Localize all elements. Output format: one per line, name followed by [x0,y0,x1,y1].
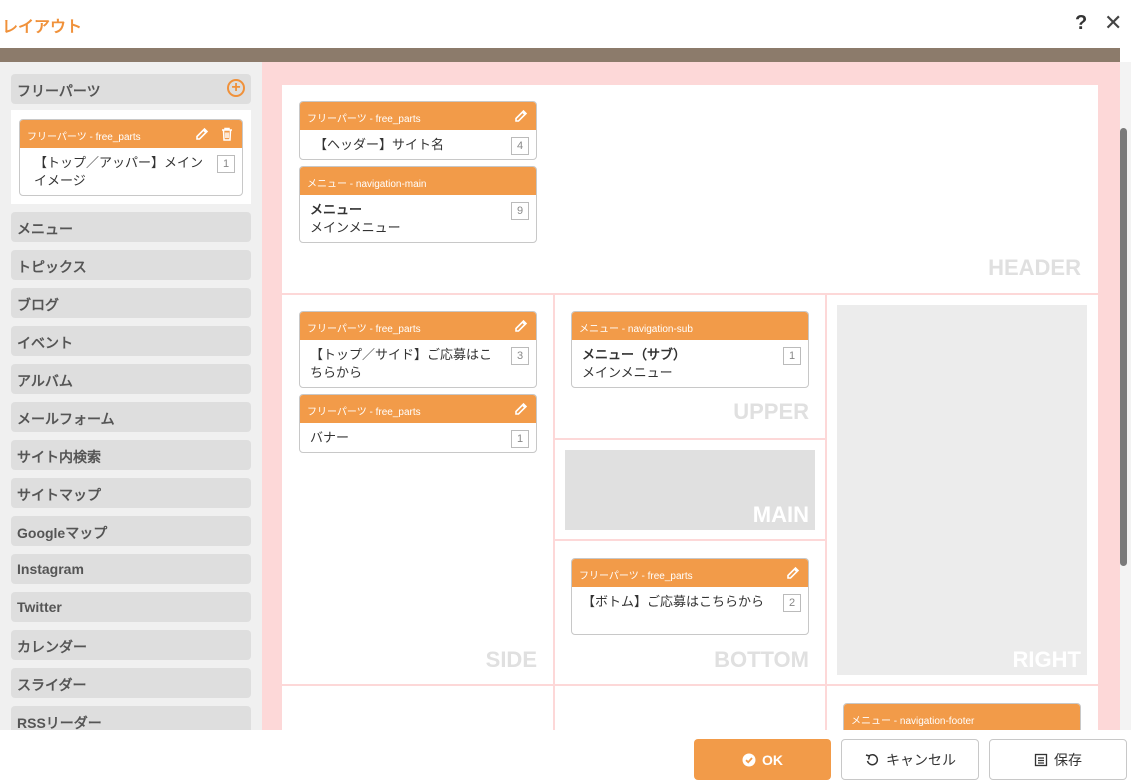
canvas-scrollbar-thumb[interactable] [1120,128,1127,566]
category-rss-reader[interactable]: RSSリーダー [11,706,251,730]
zone-side-label: SIDE [485,647,537,672]
edit-icon[interactable] [194,126,210,142]
part-card-bottom-apply[interactable]: フリーパーツ - free_parts 【ボトム】ご応募はこちらから 2 [571,558,809,635]
zone-footer-center[interactable] [565,697,815,730]
edit-icon[interactable] [513,318,529,334]
ok-button-label: OK [762,751,783,768]
undo-icon [865,753,879,765]
zone-main-label: MAIN [752,502,809,527]
part-card-body: 【トップ／アッパー】メインイメージ 1 [20,148,242,195]
part-card-header-site-name[interactable]: フリーパーツ - free_parts 【ヘッダー】サイト名 4 [299,101,537,160]
save-button[interactable]: 保存 [989,739,1127,780]
part-card[interactable]: フリーパーツ - free_parts 【トップ／アッパー】メインイメージ 1 [19,119,243,196]
zone-header-label: HEADER [988,255,1081,280]
parts-sidebar[interactable]: フリーパーツ + フリーパーツ - free_parts 【トップ／アッパー】メ… [0,62,262,730]
cancel-button-label: キャンセル [886,751,956,768]
ok-button[interactable]: OK [694,739,831,780]
part-card-text: 【トップ／サイド】ご応募はこちらから [310,347,493,380]
part-count-badge: 1 [783,347,801,365]
part-card-navigation-sub[interactable]: メニュー - navigation-sub メニュー（サブ） メインメニュー 1 [571,311,809,388]
save-doc-icon [1034,753,1048,766]
part-card-text: メインメニュー [582,365,673,380]
part-card-header-title: フリーパーツ - free_parts [307,407,421,418]
zone-main[interactable]: MAIN [565,450,815,530]
part-count-badge: 1 [217,155,235,173]
category-twitter[interactable]: Twitter [11,592,251,622]
part-card-navigation-footer[interactable]: メニュー - navigation-footer [843,703,1081,730]
category-menu[interactable]: メニュー [11,212,251,242]
part-card-header: フリーパーツ - free_parts [20,120,242,148]
save-button-label: 保存 [1054,751,1082,768]
part-count-badge: 9 [511,202,529,220]
category-label: フリーパーツ [17,83,101,99]
zone-bottom-label: BOTTOM [714,647,809,672]
category-blog[interactable]: ブログ [11,288,251,318]
zone-upper-label: UPPER [733,399,809,424]
part-card-text: 【ヘッダー】サイト名 [314,137,445,152]
dialog-title: レイアウト [2,19,83,36]
edit-icon[interactable] [513,401,529,417]
category-free-parts[interactable]: フリーパーツ + [11,74,251,104]
zone-footer-left[interactable] [293,697,543,730]
part-count-badge: 4 [511,137,529,155]
check-circle-icon [742,753,756,766]
category-sitemap[interactable]: サイトマップ [11,478,251,508]
edit-icon[interactable] [513,108,529,124]
part-card-side-apply[interactable]: フリーパーツ - free_parts 【トップ／サイド】ご応募はこちらから 3 [299,311,537,388]
add-icon[interactable]: + [227,79,245,97]
part-count-badge: 1 [511,430,529,448]
part-card-text: メインメニュー [310,220,401,235]
cancel-button[interactable]: キャンセル [841,739,979,780]
part-card-header-title: フリーパーツ - free_parts [579,571,693,582]
close-icon[interactable]: ✕ [1104,10,1122,36]
category-album[interactable]: アルバム [11,364,251,394]
part-card-header-title: メニュー - navigation-sub [579,324,693,335]
part-card-text: バナー [310,430,350,445]
edit-icon[interactable] [785,565,801,581]
category-site-search[interactable]: サイト内検索 [11,440,251,470]
free-parts-list: フリーパーツ - free_parts 【トップ／アッパー】メインイメージ 1 [11,110,251,204]
category-topics[interactable]: トピックス [11,250,251,280]
zone-right[interactable]: RIGHT [837,305,1087,675]
part-count-badge: 2 [783,594,801,612]
part-card-header-title: メニュー - navigation-main [307,179,427,190]
trash-icon[interactable] [219,126,235,142]
part-card-header-title: メニュー - navigation-footer [851,716,975,727]
part-card-header-title: フリーパーツ - free_parts [307,114,421,125]
part-card-navigation-main[interactable]: メニュー - navigation-main メニュー メインメニュー 9 [299,166,537,243]
category-event[interactable]: イベント [11,326,251,356]
help-icon[interactable]: ? [1075,12,1087,35]
layout-canvas: HEADER SIDE UPPER MAIN BOTTOM RIGHT フリーパ… [262,62,1120,730]
part-card-title: メニュー [310,202,363,217]
part-card-text: 【ボトム】ご応募はこちらから [582,594,765,609]
category-instagram[interactable]: Instagram [11,554,251,584]
category-slider[interactable]: スライダー [11,668,251,698]
header-strip [0,48,1120,62]
dialog-titlebar: レイアウト ? ✕ [0,0,1131,48]
zone-right-label: RIGHT [1012,647,1081,672]
part-count-badge: 3 [511,347,529,365]
part-card-side-banner[interactable]: フリーパーツ - free_parts バナー 1 [299,394,537,453]
part-card-header-title: フリーパーツ - free_parts [307,324,421,335]
category-google-map[interactable]: Googleマップ [11,516,251,546]
category-mailform[interactable]: メールフォーム [11,402,251,432]
part-card-title: メニュー（サブ） [582,347,687,362]
category-calendar[interactable]: カレンダー [11,630,251,660]
